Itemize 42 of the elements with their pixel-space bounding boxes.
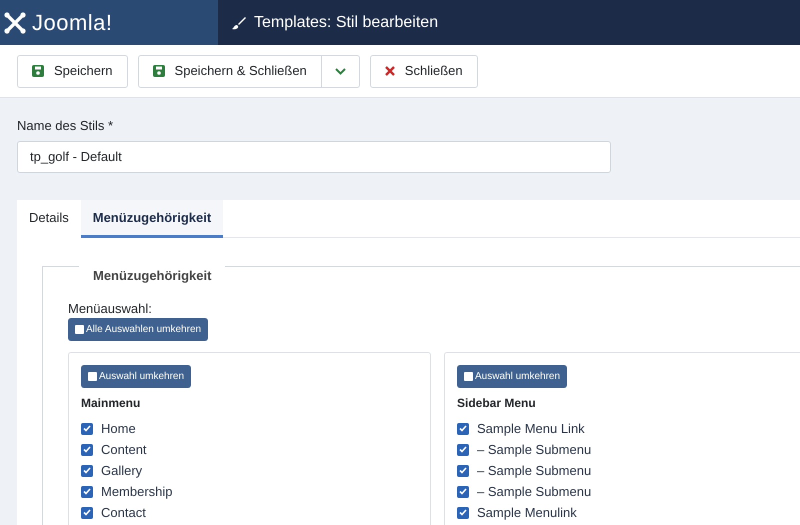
checkbox[interactable]: [457, 486, 469, 498]
menu-item-label: – Sample Submenu: [477, 462, 592, 480]
checkbox[interactable]: [81, 444, 93, 456]
checkbox[interactable]: [457, 464, 469, 476]
selection-label: Menüauswahl:: [68, 300, 153, 318]
brush-icon: [232, 16, 246, 30]
menu-item-label: Contact: [101, 504, 146, 522]
checkbox[interactable]: [81, 486, 93, 498]
toggle-selection-button[interactable]: Auswahl umkehren: [81, 365, 192, 388]
menu-item-label: Content: [101, 440, 147, 459]
checkbox[interactable]: [81, 506, 93, 518]
page-title: Templates: Stil bearbeiten: [254, 12, 438, 32]
menu-title: Sidebar Menu: [457, 395, 537, 412]
menu-item-label: – Sample Submenu: [477, 440, 592, 459]
menu-item-label: Sample Menu Link: [477, 420, 585, 438]
tab[interactable]: Menüzugehörigkeit: [80, 200, 224, 238]
checkbox[interactable]: [457, 422, 469, 434]
checkbox[interactable]: [457, 506, 469, 518]
menu-title: Mainmenu: [81, 395, 142, 412]
caret-icon: [334, 68, 346, 74]
menu-item-label: Membership: [101, 482, 173, 501]
checkbox[interactable]: [81, 464, 93, 476]
menu-item-label: Home: [101, 420, 136, 438]
toggle-selection-button[interactable]: Auswahl umkehren: [457, 365, 568, 388]
save-icon: [152, 65, 165, 77]
checkbox[interactable]: [457, 444, 469, 456]
logo-text: Joomla!: [32, 9, 113, 37]
logo-icon: [4, 12, 26, 34]
style-name-field[interactable]: tp_golf - Default: [17, 140, 611, 172]
toolbar-button[interactable]: Speichern: [17, 54, 128, 88]
checkbox[interactable]: [81, 422, 93, 434]
toolbar-button[interactable]: Schließen: [370, 54, 478, 88]
field-label: Name des Stils *: [17, 117, 114, 135]
menu-item-label: Sample Menulink: [477, 504, 577, 522]
menu-item-label: – Sample Submenu: [477, 482, 592, 501]
dropdown-toggle[interactable]: [322, 54, 360, 88]
save-icon: [32, 65, 44, 77]
toolbar-button[interactable]: Speichern & Schließen: [138, 54, 322, 88]
menu-item-label: Gallery: [101, 462, 142, 480]
toggle-selection-button[interactable]: Alle Auswahlen umkehren: [68, 318, 208, 341]
close-icon: [384, 66, 395, 76]
fieldset-legend: Menüzugehörigkeit: [79, 266, 226, 286]
